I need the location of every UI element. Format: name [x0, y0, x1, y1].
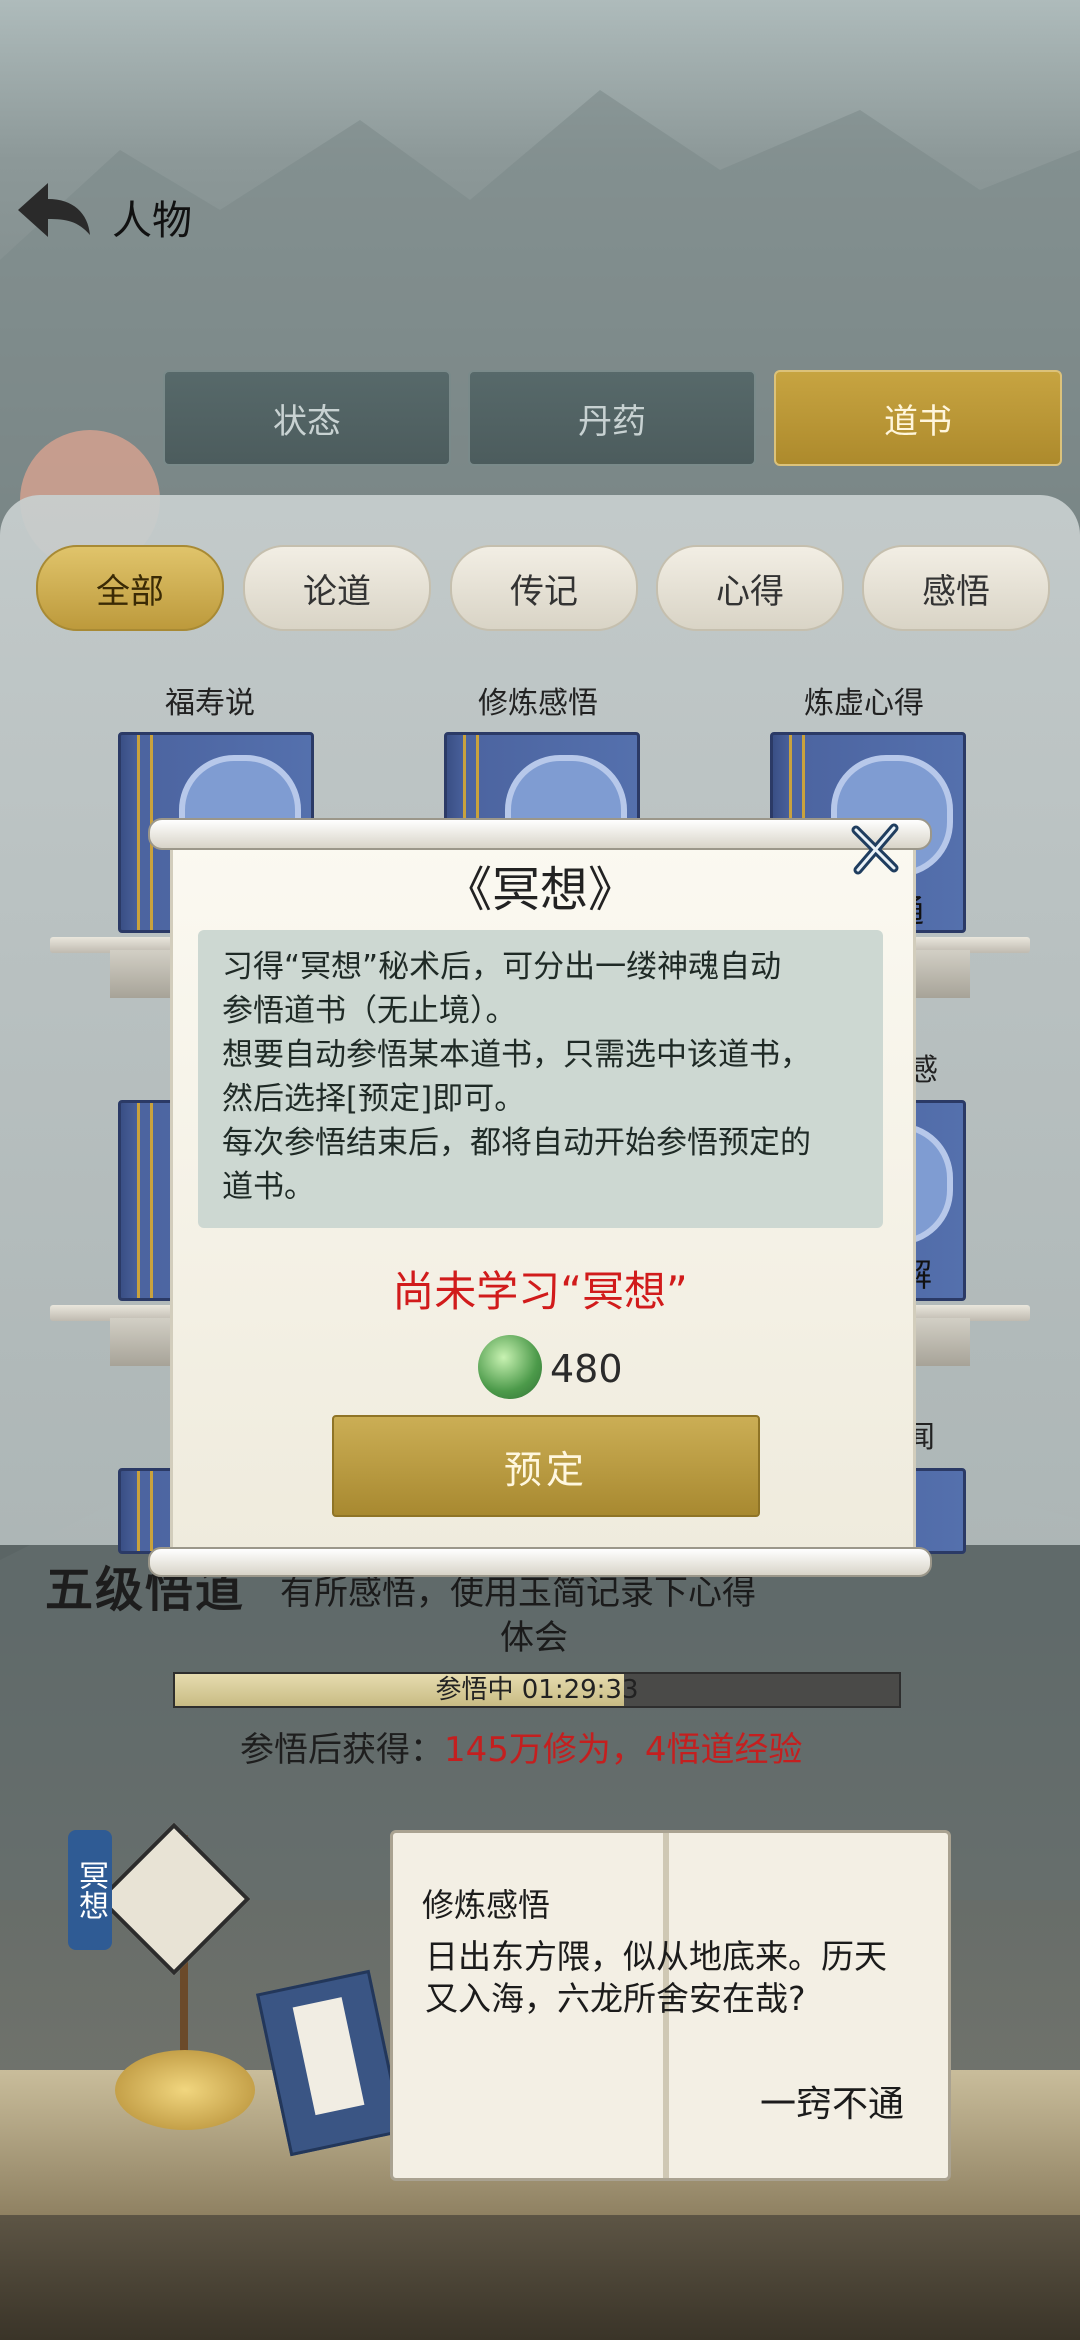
open-book-heading: 修炼感悟 [422, 1886, 551, 1924]
scroll-rod-bottom [148, 1547, 932, 1577]
dialog-title: 《冥想》 [443, 862, 636, 918]
filter-insight[interactable]: 心得 [656, 545, 844, 631]
open-book-status: 一窍不通 [760, 2084, 905, 2125]
jade-currency-icon [478, 1335, 542, 1399]
reward-line: 参悟后获得：145万修为，4悟道经验 [240, 1722, 803, 1771]
description-line: 想要自动参悟某本道书，只需选中该道书， [222, 1037, 811, 1073]
description-line: 习得“冥想”秘术后，可分出一缕神魂自动 [222, 949, 782, 985]
tab-pills[interactable]: 丹药 [468, 370, 756, 466]
close-icon[interactable] [850, 822, 900, 876]
insight-hint: 体会 [500, 1618, 568, 1658]
description-line: 每次参悟结束后，都将自动开始参悟预定的 [222, 1125, 811, 1161]
open-book-text: 又入海，六龙所舍安在哉? [425, 1979, 806, 2018]
filter-all[interactable]: 全部 [36, 545, 224, 631]
filter-enlightenment[interactable]: 感悟 [862, 545, 1050, 631]
description-line: 道书。 [222, 1169, 315, 1205]
lotus-burner-icon [115, 2050, 255, 2130]
description-line: 参悟道书（无止境）。 [222, 993, 517, 1029]
reserve-button[interactable]: 预定 [332, 1415, 760, 1517]
progress-status: 参悟中 01:29:33 [435, 1675, 639, 1705]
book-title: 修炼感悟 [478, 686, 598, 721]
page-title: 人物 [112, 198, 192, 244]
open-book-text: 日出东方隈，似从地底来。历天 [425, 1937, 887, 1976]
book-title: 福寿说 [165, 686, 255, 721]
meditate-tag[interactable]: 冥想 [68, 1830, 112, 1950]
dialog-description: 习得“冥想”秘术后，可分出一缕神魂自动 参悟道书（无止境）。 想要自动参悟某本道… [222, 945, 872, 1209]
reward-value: 145万修为，4悟道经验 [444, 1730, 803, 1770]
description-line: 然后选择[预定]即可。 [222, 1081, 526, 1117]
cost-value: 480 [550, 1347, 623, 1391]
floor [0, 2215, 1080, 2340]
tab-status[interactable]: 状态 [163, 370, 451, 466]
filter-discourse[interactable]: 论道 [243, 545, 431, 631]
reward-label: 参悟后获得： [240, 1730, 444, 1770]
filter-biography[interactable]: 传记 [450, 545, 638, 631]
book-title: 炼虚心得 [804, 686, 924, 721]
back-arrow-icon[interactable] [8, 175, 98, 245]
tab-dao-books[interactable]: 道书 [774, 370, 1062, 466]
comprehension-progress-bar: 参悟中 01:29:33 [173, 1672, 901, 1708]
scroll-rod-top [148, 818, 932, 850]
not-learned-warning: 尚未学习“冥想” [392, 1267, 688, 1316]
